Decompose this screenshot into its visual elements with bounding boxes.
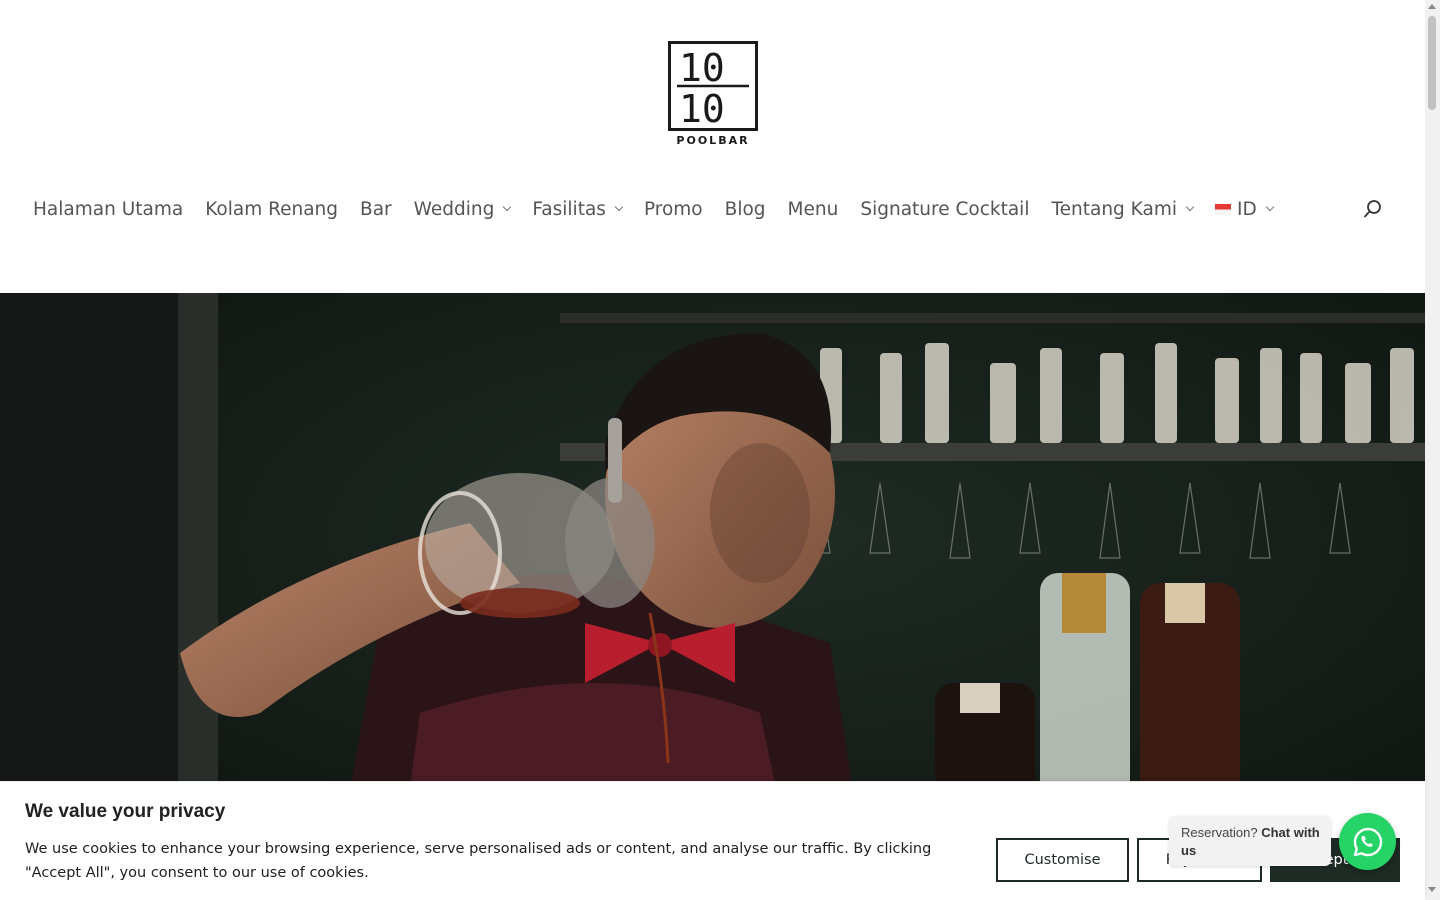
nav-item-kolam-renang[interactable]: Kolam Renang [205, 199, 338, 220]
nav-item-halaman-utama[interactable]: Halaman Utama [33, 199, 183, 220]
cookie-description: We use cookies to enhance your browsing … [25, 841, 932, 881]
nav-item-signature-cocktail[interactable]: Signature Cocktail [860, 199, 1029, 220]
language-switcher[interactable]: ID [1214, 198, 1274, 220]
main-nav: Halaman Utama Kolam Renang Bar Wedding F… [33, 195, 1295, 223]
logo-num-top: 10 [679, 46, 725, 90]
site-logo[interactable]: 10 10 POOLBAR [668, 41, 758, 151]
search-icon[interactable] [1363, 199, 1383, 219]
nav-label: Menu [787, 198, 839, 220]
nav-label: Kolam Renang [205, 198, 339, 220]
nav-label: Promo [643, 198, 703, 220]
site-header: 10 10 POOLBAR Halaman Utama Kolam Renang… [0, 0, 1425, 293]
scroll-thumb[interactable] [1428, 16, 1436, 110]
nav-item-promo[interactable]: Promo [644, 199, 703, 220]
nav-label: Bar [360, 198, 392, 220]
logo-num-bottom: 10 [679, 87, 725, 128]
nav-label: Signature Cocktail [860, 198, 1030, 220]
cookie-title: We value your privacy [25, 801, 226, 822]
nav-item-fasilitas[interactable]: Fasilitas [532, 198, 624, 220]
scroll-up-arrow-icon[interactable] [1428, 4, 1436, 9]
whatsapp-button[interactable] [1339, 813, 1396, 870]
logo-text: POOLBAR [676, 134, 750, 147]
indonesia-flag-icon [1214, 203, 1231, 215]
chevron-down-icon [1265, 202, 1274, 212]
whatsapp-chat-bubble[interactable]: Reservation? Chat with us [1169, 816, 1331, 866]
chevron-down-icon [614, 202, 624, 212]
customise-button[interactable]: Customise [996, 838, 1129, 882]
nav-label: Blog [724, 198, 766, 220]
nav-item-tentang-kami[interactable]: Tentang Kami [1051, 198, 1195, 220]
nav-label: Fasilitas [532, 198, 606, 220]
nav-label: Tentang Kami [1051, 198, 1177, 220]
whatsapp-prompt: Reservation? [1181, 825, 1262, 840]
page-scrollbar[interactable] [1425, 0, 1440, 900]
nav-label: Halaman Utama [33, 198, 184, 220]
language-label: ID [1236, 198, 1257, 220]
logo-mark: 10 10 [668, 41, 758, 131]
nav-item-menu[interactable]: Menu [788, 199, 839, 220]
chevron-down-icon [1185, 202, 1195, 212]
logo-graphic: 10 10 [677, 46, 749, 128]
chevron-down-icon [503, 202, 512, 212]
scroll-down-arrow-icon[interactable] [1428, 887, 1436, 892]
nav-item-bar[interactable]: Bar [360, 199, 392, 220]
whatsapp-icon [1353, 827, 1382, 856]
nav-item-wedding[interactable]: Wedding [413, 198, 512, 220]
nav-label: Wedding [413, 198, 495, 220]
nav-item-blog[interactable]: Blog [725, 199, 766, 220]
